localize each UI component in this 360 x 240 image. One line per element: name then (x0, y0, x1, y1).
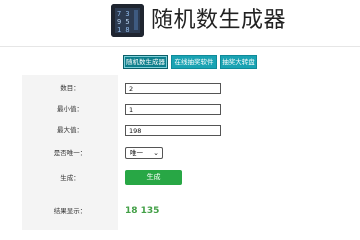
site-title: 随机数生成器 (151, 8, 287, 33)
nav-online-lottery-software[interactable]: 在线抽奖软件 (171, 55, 217, 69)
count-input[interactable] (125, 83, 221, 94)
count-label: 数目： (60, 84, 80, 92)
calculator-digits-icon: 7 3 9 5 1 8 (111, 4, 144, 37)
unique-select-value: 唯一 (130, 149, 143, 157)
result-value: 18 135 (125, 206, 160, 216)
chevron-down-icon: ⌄ (153, 149, 159, 157)
unique-label: 是否唯一： (53, 149, 87, 157)
max-input[interactable] (125, 125, 221, 136)
svg-text:7 3: 7 3 (117, 10, 130, 18)
header-divider (0, 46, 360, 47)
generate-label: 生成： (60, 174, 80, 182)
tool-nav: 随机数生成器 在线抽奖软件 抽奖大转盘 (0, 55, 360, 69)
max-label: 最大值： (57, 126, 83, 134)
result-label: 结果显示： (53, 207, 87, 215)
svg-text:9 5: 9 5 (117, 18, 130, 26)
min-label: 最小值： (57, 105, 83, 113)
generate-button[interactable]: 生成 (125, 170, 182, 185)
unique-select[interactable]: 唯一 ⌄ (125, 147, 163, 159)
min-input[interactable] (125, 104, 221, 115)
site-header: 7 3 9 5 1 8 随机数生成器 (0, 0, 360, 44)
nav-random-number-generator[interactable]: 随机数生成器 (123, 55, 168, 69)
page: 7 3 9 5 1 8 随机数生成器 随机数生成器 在线抽奖软件 抽奖大转盘 数… (0, 0, 360, 240)
svg-text:1 8: 1 8 (117, 26, 130, 34)
nav-lottery-wheel[interactable]: 抽奖大转盘 (220, 55, 257, 69)
